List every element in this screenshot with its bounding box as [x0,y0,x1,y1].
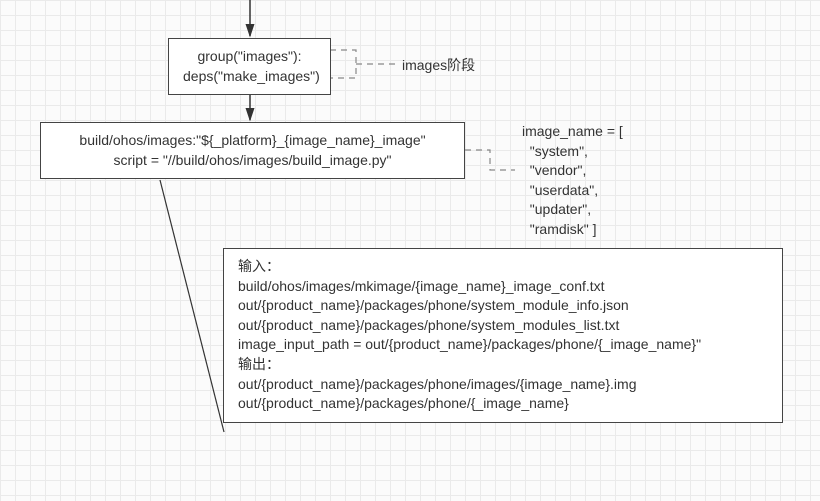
build-image-box: build/ohos/images:"${_platform}_{image_n… [40,122,465,179]
io-box-content: 输入： build/ohos/images/mkimage/{image_nam… [223,248,783,423]
io-input-line-2: out/{product_name}/packages/phone/system… [238,296,768,316]
io-output-label: 输出： [238,355,768,375]
io-input-line-1: build/ohos/images/mkimage/{image_name}_i… [238,277,768,297]
io-output-line-2: out/{product_name}/packages/phone/{_imag… [238,394,768,414]
build-image-line1: build/ohos/images:"${_platform}_{image_n… [55,131,450,151]
image-name-list: image_name = [ "system", "vendor", "user… [522,122,623,240]
group-images-box: group("images"): deps("make_images") [168,38,331,95]
io-output-line-1: out/{product_name}/packages/phone/images… [238,375,768,395]
io-input-line-3: out/{product_name}/packages/phone/system… [238,316,768,336]
diagram-canvas: group("images"): deps("make_images") ima… [0,0,820,501]
io-input-label: 输入： [238,257,768,277]
group-images-line1: group("images"): [183,47,316,67]
io-input-line-4: image_input_path = out/{product_name}/pa… [238,335,768,355]
group-images-line2: deps("make_images") [183,67,316,87]
build-image-line2: script = "//build/ohos/images/build_imag… [55,151,450,171]
images-stage-label: images阶段 [402,56,475,76]
